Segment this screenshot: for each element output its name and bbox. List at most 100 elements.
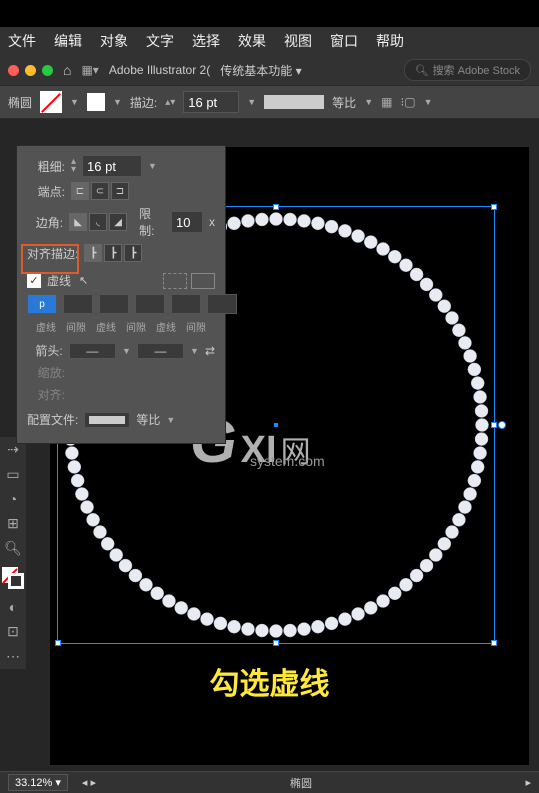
chevron-right-icon[interactable]: ▸ — [525, 776, 531, 789]
center-point-icon — [274, 423, 278, 427]
home-icon[interactable]: ⌂ — [63, 62, 71, 78]
resize-handle-s[interactable] — [273, 640, 279, 646]
pie-angle-handle[interactable] — [498, 421, 506, 429]
resize-handle-sw[interactable] — [55, 640, 61, 646]
cursor-icon: ↖ — [79, 274, 88, 287]
profile-select[interactable] — [84, 412, 130, 428]
search-input[interactable]: 🔍︎ 搜索 Adobe Stock — [404, 59, 531, 81]
corner-round-button[interactable]: ◟ — [89, 213, 107, 231]
chevron-down-icon[interactable]: ▼ — [166, 415, 175, 425]
menu-edit[interactable]: 编辑 — [54, 31, 82, 51]
workspace-selector[interactable]: 传统基本功能 ▾ — [220, 62, 301, 79]
opacity-icon[interactable]: ▦ — [381, 95, 392, 109]
cap-round-button[interactable]: ⊂ — [91, 182, 109, 200]
resize-handle-n[interactable] — [273, 204, 279, 210]
cap-butt-button[interactable]: ⊏ — [71, 182, 89, 200]
free-transform-tool-icon[interactable]: ▭ — [6, 466, 19, 483]
gap-input-2[interactable] — [135, 294, 165, 314]
dash-input-1[interactable] — [27, 294, 57, 314]
chevron-down-icon[interactable]: ▼ — [364, 97, 373, 107]
arrow-start-select[interactable]: — — [69, 343, 116, 359]
corner-label: 边角: — [27, 214, 63, 231]
menu-help[interactable]: 帮助 — [376, 31, 404, 51]
stroke-profile[interactable] — [264, 95, 324, 109]
gap-input-1[interactable] — [63, 294, 93, 314]
stroke-panel: 粗细: ▴▾ ▼ 端点: ⊏ ⊂ ⊐ 边角: ◣ ◟ ◢ 限制: x 对齐描 — [16, 145, 226, 444]
resize-handle-ne[interactable] — [491, 204, 497, 210]
chevron-down-icon[interactable]: ▼ — [70, 97, 79, 107]
align-outside-button[interactable]: ┣ — [124, 244, 142, 262]
gap-label: 间隙 — [181, 319, 211, 334]
dash-input-3[interactable] — [171, 294, 201, 314]
chevron-down-icon[interactable]: ▼ — [113, 97, 122, 107]
resize-handle-e[interactable] — [491, 422, 497, 428]
scale-label: 缩放: — [27, 364, 65, 381]
limit-suffix: x — [209, 215, 215, 229]
menu-object[interactable]: 对象 — [100, 31, 128, 51]
draw-mode-icon[interactable]: ◐ — [9, 599, 17, 615]
dashed-line-checkbox[interactable]: ✓ — [27, 274, 41, 288]
dash-label: 虚线 — [31, 319, 61, 334]
screen-mode-icon[interactable]: ⊡ — [7, 623, 19, 640]
chevron-down-icon[interactable]: ▼ — [122, 346, 131, 356]
chevron-down-icon[interactable]: ▼ — [190, 346, 199, 356]
shape-builder-tool-icon[interactable]: ◔ — [9, 491, 17, 507]
chevron-down-icon[interactable]: ▼ — [247, 97, 256, 107]
zoom-tool-icon[interactable]: 🔍︎ — [4, 540, 22, 557]
stroke-weight-input[interactable] — [183, 91, 239, 113]
dashed-label: 虚线 — [47, 272, 71, 289]
dash-preserve-button[interactable] — [163, 273, 187, 289]
corner-bevel-button[interactable]: ◢ — [109, 213, 127, 231]
more-options-icon[interactable]: ⁝▢ — [400, 95, 415, 109]
status-bar: 33.12% ▾ ◂ ▸ 椭圆 ▸ — [0, 771, 539, 793]
arrow-end-select[interactable]: — — [137, 343, 184, 359]
limit-label: 限制: — [139, 205, 165, 239]
gap-label: 间隙 — [61, 319, 91, 334]
stroke-label: 描边: — [130, 94, 157, 111]
menu-view[interactable]: 视图 — [284, 31, 312, 51]
stepper-icon[interactable]: ▴▾ — [71, 158, 76, 174]
gap-input-3[interactable] — [207, 294, 237, 314]
dash-input-2[interactable] — [99, 294, 129, 314]
window-controls — [8, 65, 53, 76]
gap-label: 间隙 — [121, 319, 151, 334]
zoom-input[interactable]: 33.12% ▾ — [8, 774, 68, 791]
align-arrow-label: 对齐: — [27, 386, 65, 403]
cap-projecting-button[interactable]: ⊐ — [111, 182, 129, 200]
corner-miter-button[interactable]: ◣ — [69, 213, 87, 231]
fill-swatch[interactable] — [40, 91, 62, 113]
menu-window[interactable]: 窗口 — [330, 31, 358, 51]
stroke-swatch[interactable] — [87, 93, 105, 111]
stepper-icon[interactable]: ▴▾ — [165, 97, 175, 108]
menu-file[interactable]: 文件 — [8, 31, 36, 51]
resize-handle-se[interactable] — [491, 640, 497, 646]
menu-effect[interactable]: 效果 — [238, 31, 266, 51]
nav-icon[interactable]: ◂ ▸ — [82, 776, 96, 789]
chevron-down-icon[interactable]: ▼ — [148, 161, 157, 171]
swap-arrows-icon[interactable]: ⇄ — [205, 344, 215, 358]
miter-limit-input[interactable] — [171, 211, 203, 233]
menu-select[interactable]: 选择 — [192, 31, 220, 51]
object-type-label: 椭圆 — [8, 94, 32, 111]
minimize-window-icon[interactable] — [25, 65, 36, 76]
arrange-panels-icon[interactable]: ▦▾ — [81, 63, 98, 77]
selection-info: 椭圆 — [290, 775, 312, 791]
weight-input[interactable] — [82, 155, 142, 177]
maximize-window-icon[interactable] — [42, 65, 53, 76]
chevron-down-icon[interactable]: ▼ — [424, 97, 433, 107]
title-bar: ⌂ ▦▾ Adobe Illustrator 2( 传统基本功能 ▾ 🔍︎ 搜索… — [0, 55, 539, 85]
document-name: Adobe Illustrator 2( — [109, 63, 210, 77]
dash-label: 虚线 — [151, 319, 181, 334]
close-window-icon[interactable] — [8, 65, 19, 76]
align-inside-button[interactable]: ┣ — [104, 244, 122, 262]
fill-stroke-tool[interactable] — [2, 567, 24, 589]
dash-label: 虚线 — [91, 319, 121, 334]
profile-value: 等比 — [136, 411, 160, 428]
menu-type[interactable]: 文字 — [146, 31, 174, 51]
edit-toolbar-icon[interactable]: ⋯ — [6, 648, 20, 665]
dash-align-button[interactable] — [191, 273, 215, 289]
tool-panel: ⇢ ▭ ◔ ⊞ 🔍︎ ◐ ⊡ ⋯ — [0, 437, 26, 669]
arrow-label: 箭头: — [27, 342, 63, 359]
align-center-button[interactable]: ┣ — [84, 244, 102, 262]
artboard-tool-icon[interactable]: ⊞ — [7, 515, 19, 532]
